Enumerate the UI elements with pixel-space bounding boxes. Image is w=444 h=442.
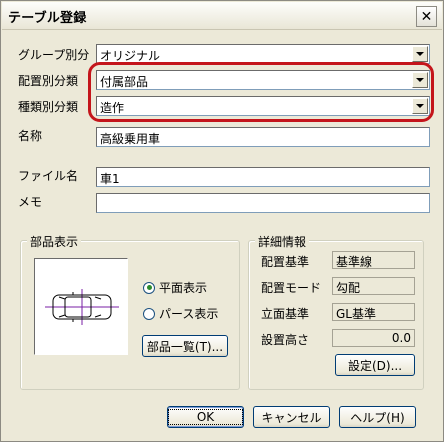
placement-basis-value: 基準線 xyxy=(332,251,415,269)
name-value: 高級乗用車 xyxy=(100,132,161,146)
ok-button[interactable]: OK xyxy=(167,406,244,428)
placement-basis-label: 配置基準 xyxy=(261,255,310,269)
ok-label: OK xyxy=(167,409,244,425)
filename-label: ファイル名 xyxy=(18,169,79,183)
help-button[interactable]: ヘルプ(H) xyxy=(339,406,416,428)
filename-value: 車1 xyxy=(100,172,120,186)
part-preview xyxy=(34,258,128,355)
placement-label: 配置別分類 xyxy=(18,74,79,88)
radio-plan-label: 平面表示 xyxy=(159,281,208,295)
radio-perspective-label: パース表示 xyxy=(159,307,219,321)
details-title: 詳細情報 xyxy=(255,233,310,250)
memo-input[interactable] xyxy=(96,193,430,213)
chevron-down-icon[interactable] xyxy=(412,46,428,62)
highlight-annotation xyxy=(88,62,434,122)
elevation-basis-label: 立面基準 xyxy=(261,307,310,321)
radio-plan-view[interactable]: 平面表示 xyxy=(143,279,207,296)
install-height-text: 0.0 xyxy=(391,331,411,345)
group-select[interactable]: オリジナル xyxy=(96,44,430,64)
title-bar: テーブル登録 ✕ xyxy=(2,2,442,30)
settings-button[interactable]: 設定(D)... xyxy=(335,354,415,376)
install-height-value: 0.0 xyxy=(332,329,415,347)
elevation-basis-value: GL基準 xyxy=(332,303,415,321)
filename-input[interactable]: 車1 xyxy=(96,167,430,187)
radio-perspective-view[interactable]: パース表示 xyxy=(143,305,218,322)
part-display-title: 部品表示 xyxy=(27,233,82,250)
radio-selected-dot xyxy=(146,285,152,290)
install-height-label: 設置高さ xyxy=(261,333,310,347)
radio-button[interactable] xyxy=(143,281,155,294)
cancel-button[interactable]: キャンセル xyxy=(253,406,330,428)
table-registration-dialog: テーブル登録 ✕ グループ別分 配置別分類 種類別分類 名称 ファイル名 メモ … xyxy=(0,0,444,442)
placement-mode-label: 配置モード xyxy=(261,281,322,295)
close-button[interactable]: ✕ xyxy=(416,6,437,27)
type-label: 種類別分類 xyxy=(18,100,79,114)
memo-label: メモ xyxy=(18,195,43,209)
close-icon: ✕ xyxy=(420,8,433,25)
group-label: グループ別分 xyxy=(18,48,90,62)
window-title: テーブル登録 xyxy=(8,11,87,26)
placement-mode-text: 勾配 xyxy=(336,281,361,295)
elevation-basis-text: GL基準 xyxy=(336,307,376,321)
placement-mode-value: 勾配 xyxy=(332,277,415,295)
car-top-view-icon xyxy=(45,289,119,325)
parts-list-button[interactable]: 部品一覧(T)... xyxy=(142,335,228,357)
radio-button[interactable] xyxy=(143,307,155,320)
placement-basis-text: 基準線 xyxy=(336,255,373,269)
name-label: 名称 xyxy=(18,129,43,143)
name-input[interactable]: 高級乗用車 xyxy=(96,127,430,147)
